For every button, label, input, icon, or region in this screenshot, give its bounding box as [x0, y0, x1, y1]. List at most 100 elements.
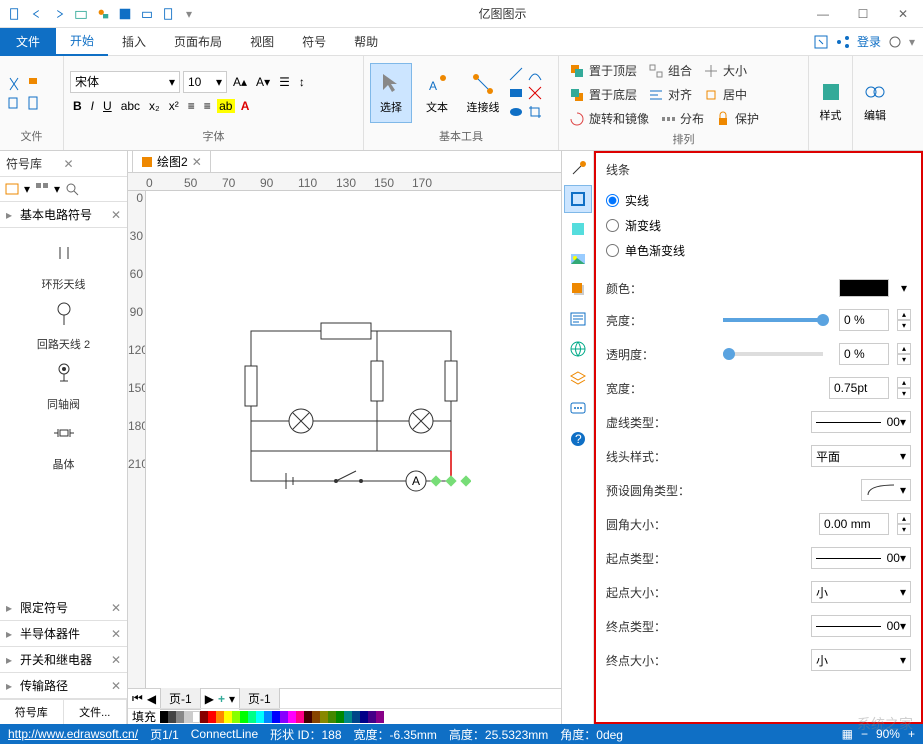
search-icon[interactable]: [64, 181, 80, 197]
side-theme-icon[interactable]: [564, 155, 592, 183]
group-button[interactable]: 组合: [644, 60, 696, 81]
qat-open[interactable]: [72, 5, 90, 23]
qat-new[interactable]: [6, 5, 24, 23]
opacity-slider[interactable]: [723, 352, 824, 356]
side-help-icon[interactable]: ?: [564, 425, 592, 453]
bold-button[interactable]: B: [70, 96, 85, 116]
close-tab-icon[interactable]: ✕: [192, 155, 202, 169]
lib-grid-icon[interactable]: [34, 181, 50, 197]
tab-symbol[interactable]: 符号: [288, 28, 340, 56]
width-value[interactable]: 0.75pt: [829, 377, 889, 399]
prev-page-icon[interactable]: ◀: [147, 692, 156, 706]
lib-list-icon[interactable]: [4, 181, 20, 197]
strike-button[interactable]: abc: [118, 96, 143, 116]
radio-mono-gradient[interactable]: 单色渐变线: [606, 238, 911, 263]
send-back-button[interactable]: 置于底层: [565, 84, 641, 105]
italic-button[interactable]: I: [88, 96, 97, 116]
font-size-combo[interactable]: 10▾: [183, 71, 227, 93]
subscript-button[interactable]: x₂: [146, 96, 163, 116]
side-comment-icon[interactable]: [564, 395, 592, 423]
paste-icon[interactable]: [25, 95, 41, 111]
document-tab[interactable]: 绘图2 ✕: [132, 150, 211, 172]
style-button[interactable]: 样式: [815, 71, 846, 131]
lib-item-loop-antenna[interactable]: [4, 232, 123, 274]
increase-font-icon[interactable]: A▴: [230, 72, 250, 92]
close-button[interactable]: ✕: [883, 0, 923, 28]
start-type-combo[interactable]: 00▾: [811, 547, 911, 569]
page-tab-1[interactable]: 页-1: [160, 687, 201, 710]
end-type-combo[interactable]: 00▾: [811, 615, 911, 637]
qat-redo[interactable]: [50, 5, 68, 23]
radio-solid[interactable]: 实线: [606, 188, 911, 213]
lib-section-qualifier[interactable]: ▸限定符号✕: [0, 595, 127, 621]
radio-gradient[interactable]: 渐变线: [606, 213, 911, 238]
lib-tab-files[interactable]: 文件...: [64, 700, 128, 724]
line-icon[interactable]: [508, 66, 524, 82]
lib-section-transmission[interactable]: ▸传输路径✕: [0, 673, 127, 699]
gear-icon[interactable]: [887, 34, 903, 50]
text-tool[interactable]: A文本: [416, 63, 458, 123]
line-spacing-icon[interactable]: ↕: [296, 72, 308, 92]
ellipse-icon[interactable]: [508, 104, 524, 120]
next-page-icon[interactable]: ▶: [205, 692, 214, 706]
maximize-button[interactable]: ☐: [843, 0, 883, 28]
arc-icon[interactable]: [527, 66, 543, 82]
share-icon[interactable]: [835, 34, 851, 50]
qat-print[interactable]: [138, 5, 156, 23]
lib-item-coax[interactable]: [4, 352, 123, 394]
tab-insert[interactable]: 插入: [108, 28, 160, 56]
status-url[interactable]: http://www.edrawsoft.cn/: [8, 727, 138, 741]
start-size-combo[interactable]: 小▾: [811, 581, 911, 603]
close-icon[interactable]: ✕: [64, 157, 122, 171]
dash-combo[interactable]: 00▾: [811, 411, 911, 433]
color-palette[interactable]: 填充: [128, 708, 561, 724]
zoom-in-icon[interactable]: +: [908, 727, 915, 741]
crop-icon[interactable]: [527, 104, 543, 120]
edit-button[interactable]: 编辑: [859, 71, 891, 131]
add-page-icon[interactable]: +: [218, 692, 225, 706]
copy-icon[interactable]: [6, 95, 22, 111]
side-fill-icon[interactable]: [564, 215, 592, 243]
lib-section-switch[interactable]: ▸开关和继电器✕: [0, 647, 127, 673]
font-family-combo[interactable]: 宋体▾: [70, 71, 180, 93]
expand-icon[interactable]: [813, 34, 829, 50]
align-button[interactable]: 对齐: [644, 84, 696, 105]
connector-tool[interactable]: 连接线: [462, 63, 504, 123]
side-text-icon[interactable]: [564, 305, 592, 333]
radius-value[interactable]: 0.00 mm: [819, 513, 889, 535]
page-tab-2[interactable]: 页-1: [239, 687, 280, 710]
side-line-icon[interactable]: [564, 185, 592, 213]
lib-item-loop-antenna-2[interactable]: [4, 292, 123, 334]
qat-shapes[interactable]: [94, 5, 112, 23]
tab-start[interactable]: 开始: [56, 28, 108, 56]
brightness-slider[interactable]: [723, 318, 824, 322]
side-image-icon[interactable]: [564, 245, 592, 273]
rotate-button[interactable]: 旋转和镜像: [565, 108, 653, 129]
qat-save[interactable]: [116, 5, 134, 23]
select-tool[interactable]: 选择: [370, 63, 412, 123]
first-page-icon[interactable]: ⏮: [132, 691, 143, 706]
rect-icon[interactable]: [508, 85, 524, 101]
color-picker[interactable]: [839, 279, 889, 297]
list-icon[interactable]: ≡: [201, 96, 214, 116]
end-size-combo[interactable]: 小▾: [811, 649, 911, 671]
side-layers-icon[interactable]: [564, 365, 592, 393]
zoom-out-icon[interactable]: −: [861, 727, 868, 741]
qat-export[interactable]: [160, 5, 178, 23]
cut-icon[interactable]: [6, 76, 22, 92]
bullets-icon[interactable]: ☰: [276, 72, 293, 92]
lib-item-crystal[interactable]: [4, 412, 123, 454]
size-button[interactable]: 大小: [699, 60, 751, 81]
side-globe-icon[interactable]: [564, 335, 592, 363]
underline-button[interactable]: U: [100, 96, 115, 116]
login-link[interactable]: 登录: [857, 33, 881, 50]
lib-tab-symbols[interactable]: 符号库: [0, 700, 64, 724]
highlight-icon[interactable]: ab: [217, 99, 235, 113]
lib-section-semiconductor[interactable]: ▸半导体器件✕: [0, 621, 127, 647]
corner-combo[interactable]: ▾: [861, 479, 911, 501]
decrease-font-icon[interactable]: A▾: [253, 72, 273, 92]
delete-icon[interactable]: [527, 85, 543, 101]
qat-undo[interactable]: [28, 5, 46, 23]
indent-icon[interactable]: ≡: [185, 96, 198, 116]
center-button[interactable]: 居中: [699, 84, 751, 105]
